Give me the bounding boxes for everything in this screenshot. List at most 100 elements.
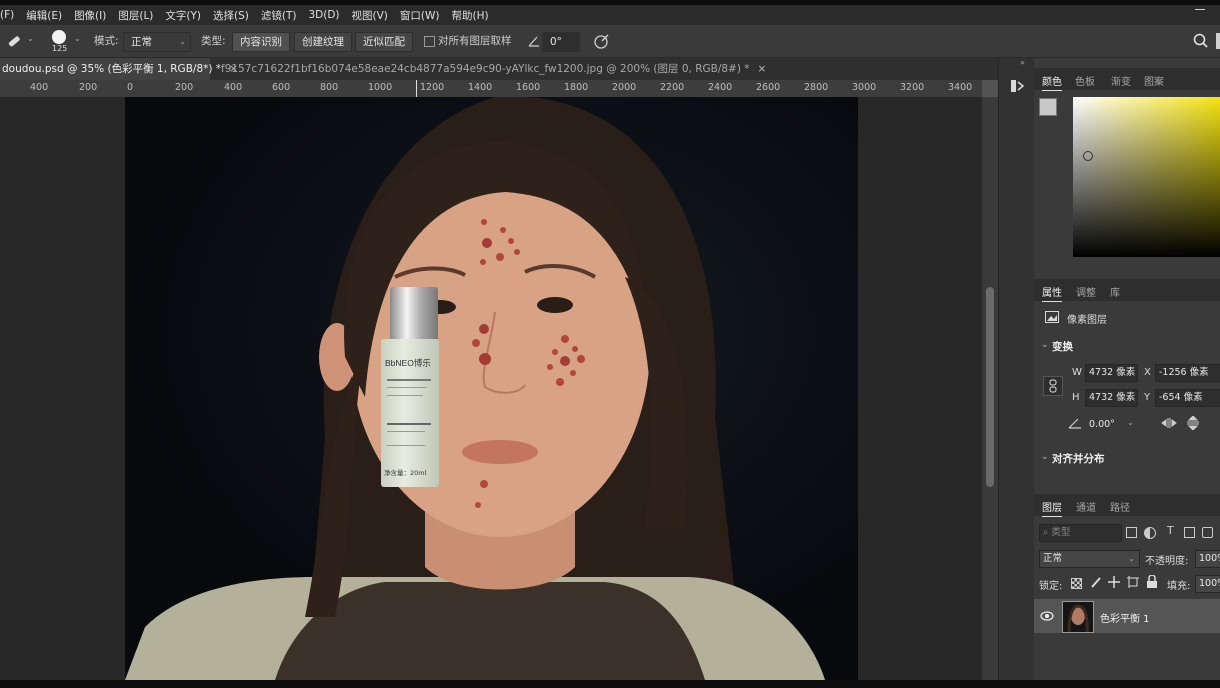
sample-all-checkbox[interactable]: [424, 36, 435, 47]
lock-pixels-brush-icon[interactable]: [1090, 576, 1102, 588]
layer-row[interactable]: 色彩平衡 1: [1034, 599, 1220, 633]
spot-healing-brush-icon[interactable]: [5, 32, 23, 50]
menu-layer[interactable]: 图层(L): [118, 8, 153, 23]
layers-panel-header: 图层 通道 路径: [1034, 494, 1220, 517]
ruler-tick: 3200: [900, 82, 925, 93]
transform-section-title[interactable]: 变换: [1052, 339, 1073, 354]
chevron-down-icon[interactable]: ⌄: [1041, 340, 1049, 350]
foreground-color-swatch[interactable]: [1039, 98, 1057, 116]
brush-chevron-icon[interactable]: ⌄: [74, 34, 81, 43]
tool-preset-chevron-icon[interactable]: ⌄: [27, 34, 34, 43]
lock-position-move-icon[interactable]: [1108, 576, 1120, 588]
mode-select[interactable]: 正常 ⌄: [123, 32, 191, 52]
collapse-panels-icon[interactable]: »: [1020, 58, 1025, 67]
layer-thumbnail: [1062, 601, 1094, 633]
filter-type-icon[interactable]: T: [1167, 524, 1174, 537]
ruler-tick: 200: [79, 82, 98, 93]
product-brand-text: BbNEO博乐: [385, 358, 431, 368]
menu-edit[interactable]: 编辑(E): [26, 8, 62, 23]
angle-input[interactable]: 0°: [542, 32, 580, 52]
menu-filter[interactable]: 滤镜(T): [261, 8, 297, 23]
menu-3d[interactable]: 3D(D): [308, 9, 339, 21]
filter-shape-icon[interactable]: [1184, 527, 1195, 538]
tab-channels[interactable]: 通道: [1076, 499, 1096, 514]
layer-filter-placeholder: 类型: [1051, 527, 1071, 538]
menu-file[interactable]: (F): [0, 9, 14, 21]
color-picker-field[interactable]: [1073, 97, 1220, 257]
tab-patterns[interactable]: 图案: [1144, 73, 1164, 88]
brush-preview-icon[interactable]: [52, 30, 66, 44]
mode-label: 模式:: [94, 35, 119, 47]
angle-icon: [528, 36, 539, 47]
vertical-scrollbar[interactable]: [982, 97, 998, 680]
color-picker-ring[interactable]: [1083, 151, 1093, 161]
document-tab-bar: doudou.psd @ 35% (色彩平衡 1, RGB/8*) * × f91…: [0, 58, 1000, 80]
document-canvas[interactable]: BbNEO博乐 净含量：20ml: [125, 97, 858, 680]
proximity-match-button[interactable]: 近似匹配: [355, 32, 413, 52]
menu-help[interactable]: 帮助(H): [452, 8, 489, 23]
menu-type[interactable]: 文字(Y): [165, 8, 201, 23]
workspace-icon[interactable]: [1216, 33, 1220, 49]
search-icon[interactable]: [1193, 33, 1209, 49]
lock-transparent-icon[interactable]: [1071, 578, 1082, 589]
tab-paths[interactable]: 路径: [1110, 499, 1130, 514]
ruler-tick: 1400: [468, 82, 493, 93]
y-input[interactable]: -654 像素: [1155, 389, 1220, 407]
filter-pixel-icon[interactable]: [1126, 527, 1137, 538]
link-icon[interactable]: [1043, 376, 1063, 396]
product-bottle: BbNEO博乐 净含量：20ml: [381, 339, 439, 487]
tab-color[interactable]: 颜色: [1042, 73, 1062, 91]
minimize-icon[interactable]: [1195, 9, 1205, 10]
flip-horizontal-icon[interactable]: [1161, 417, 1177, 429]
search-icon: ⌕: [1043, 527, 1049, 538]
ruler-tick: 400: [30, 82, 49, 93]
pressure-size-icon[interactable]: [593, 32, 611, 50]
menu-view[interactable]: 视图(V): [352, 8, 388, 23]
ruler-tick: 2200: [660, 82, 685, 93]
tab-swatches[interactable]: 色板: [1075, 73, 1095, 88]
lock-artboard-icon[interactable]: [1127, 576, 1139, 588]
align-section-title[interactable]: 对齐并分布: [1052, 451, 1105, 466]
angle-input[interactable]: 0.00°: [1085, 416, 1130, 434]
tab-gradients[interactable]: 渐变: [1111, 73, 1131, 88]
tab-libraries[interactable]: 库: [1110, 284, 1120, 299]
tab-layers[interactable]: 图层: [1042, 499, 1062, 517]
lock-all-icon[interactable]: [1146, 575, 1158, 588]
chevron-down-icon[interactable]: ⌄: [1041, 452, 1049, 462]
menu-select[interactable]: 选择(S): [213, 8, 249, 23]
filter-adjustment-icon[interactable]: [1144, 527, 1156, 539]
product-text-line: [387, 423, 431, 425]
x-input[interactable]: -1256 像素: [1155, 364, 1220, 382]
content-aware-button[interactable]: 内容识别: [232, 32, 290, 52]
chevron-down-icon[interactable]: ⌄: [1127, 418, 1134, 427]
ruler-tick: 600: [272, 82, 291, 93]
height-input[interactable]: 4732 像素: [1085, 389, 1138, 407]
width-input[interactable]: 4732 像素: [1085, 364, 1138, 382]
tab-doudou[interactable]: doudou.psd @ 35% (色彩平衡 1, RGB/8*) * ×: [0, 58, 238, 80]
blend-mode-value: 正常: [1043, 553, 1063, 564]
ruler-tick: 2800: [804, 82, 829, 93]
create-texture-button[interactable]: 创建纹理: [294, 32, 352, 52]
ruler-cursor-marker: [416, 80, 417, 97]
history-icon[interactable]: [1009, 78, 1025, 94]
menu-bar: (F) 编辑(E) 图像(I) 图层(L) 文字(Y) 选择(S) 滤镜(T) …: [0, 5, 1220, 25]
layer-name[interactable]: 色彩平衡 1: [1100, 610, 1150, 625]
tab-properties[interactable]: 属性: [1042, 284, 1062, 302]
eye-icon[interactable]: [1040, 611, 1054, 621]
tab-jpg[interactable]: f9157c71622f1bf16b074e58eae24cb4877a594e…: [219, 58, 766, 80]
menu-image[interactable]: 图像(I): [74, 8, 106, 23]
bottle-cap: [390, 287, 438, 339]
filter-smart-object-icon[interactable]: [1202, 527, 1213, 538]
opacity-input[interactable]: 100%: [1195, 550, 1220, 568]
scrollbar-thumb[interactable]: [986, 287, 994, 487]
layer-filter-input[interactable]: ⌕ 类型: [1039, 524, 1122, 542]
lock-label: 锁定:: [1039, 581, 1063, 592]
ruler-tick: 800: [320, 82, 339, 93]
flip-vertical-icon[interactable]: [1186, 416, 1200, 430]
fill-input[interactable]: 100%: [1195, 575, 1220, 593]
ruler-tick: 3000: [852, 82, 877, 93]
blend-mode-select[interactable]: 正常 ⌄: [1039, 550, 1140, 568]
close-icon[interactable]: ×: [758, 58, 767, 80]
menu-window[interactable]: 窗口(W): [400, 8, 440, 23]
tab-adjustments[interactable]: 调整: [1076, 284, 1096, 299]
